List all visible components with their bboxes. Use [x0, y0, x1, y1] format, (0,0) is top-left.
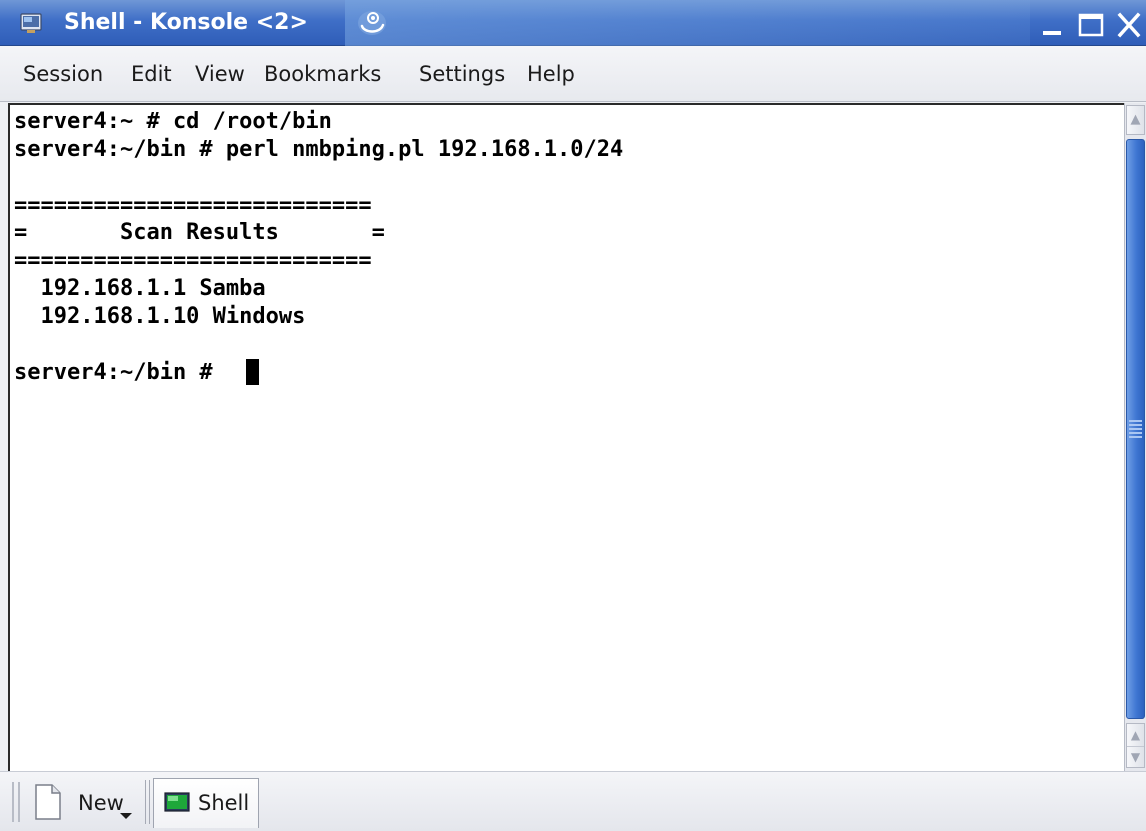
session-tab-bar: New Shell — [0, 771, 1146, 831]
terminal-line: =========================== — [14, 193, 372, 218]
new-session-label: New — [78, 791, 124, 815]
tab-shell[interactable]: Shell — [153, 778, 259, 828]
menu-help[interactable]: Help — [527, 59, 575, 89]
suse-chameleon-logo-icon — [358, 11, 386, 35]
terminal-prompt: server4:~/bin # — [14, 360, 226, 385]
arrow-up-icon: ▲ — [1130, 112, 1141, 127]
menu-bookmarks[interactable]: Bookmarks — [264, 59, 381, 89]
menu-session[interactable]: Session — [23, 59, 103, 89]
minimize-button[interactable] — [1038, 10, 1068, 40]
new-session-button[interactable]: New — [26, 780, 142, 824]
konsole-app-icon[interactable] — [20, 12, 42, 34]
scroll-up-button[interactable]: ▲ — [1126, 105, 1145, 135]
tab-shell-label: Shell — [198, 791, 250, 815]
grip-icon — [1129, 420, 1142, 440]
vertical-scrollbar[interactable]: ▲ ▲ ▼ — [1124, 103, 1146, 771]
toolbar-handle[interactable] — [12, 782, 20, 822]
toolbar-separator — [145, 780, 150, 824]
dropdown-arrow-icon — [120, 813, 132, 819]
menu-view[interactable]: View — [195, 59, 245, 89]
menu-bar: Session Edit View Bookmarks Settings Hel… — [0, 46, 1146, 102]
scroll-buttons-bottom: ▲ ▼ — [1126, 723, 1145, 768]
title-bar[interactable]: Shell - Konsole <2> — [0, 0, 1146, 46]
window-title: Shell - Konsole <2> — [64, 10, 308, 35]
menu-settings[interactable]: Settings — [419, 59, 505, 89]
new-document-icon — [35, 784, 61, 820]
title-bar-fade — [345, 0, 1030, 46]
konsole-window: Shell - Konsole <2> Session Edit View Bo… — [0, 0, 1146, 831]
close-button[interactable] — [1114, 10, 1144, 40]
terminal-line: =========================== — [14, 248, 372, 273]
terminal-line: server4:~/bin # perl nmbping.pl 192.168.… — [14, 137, 624, 162]
terminal-icon — [164, 792, 190, 812]
scroll-up-button-bottom[interactable]: ▲ — [1127, 725, 1144, 745]
menu-edit[interactable]: Edit — [131, 59, 172, 89]
terminal-line: server4:~ # cd /root/bin — [14, 109, 332, 134]
arrow-up-icon: ▲ — [1130, 728, 1141, 742]
scrollbar-thumb[interactable] — [1126, 139, 1145, 719]
arrow-down-icon: ▼ — [1130, 750, 1141, 764]
scroll-down-button[interactable]: ▼ — [1127, 746, 1144, 767]
terminal-output[interactable]: server4:~ # cd /root/bin server4:~/bin #… — [8, 103, 1124, 771]
text-cursor — [246, 359, 259, 385]
maximize-button[interactable] — [1076, 10, 1106, 40]
terminal-line: = Scan Results = — [14, 220, 385, 245]
terminal-line: 192.168.1.10 Windows — [14, 304, 306, 329]
terminal-line: 192.168.1.1 Samba — [14, 276, 266, 301]
